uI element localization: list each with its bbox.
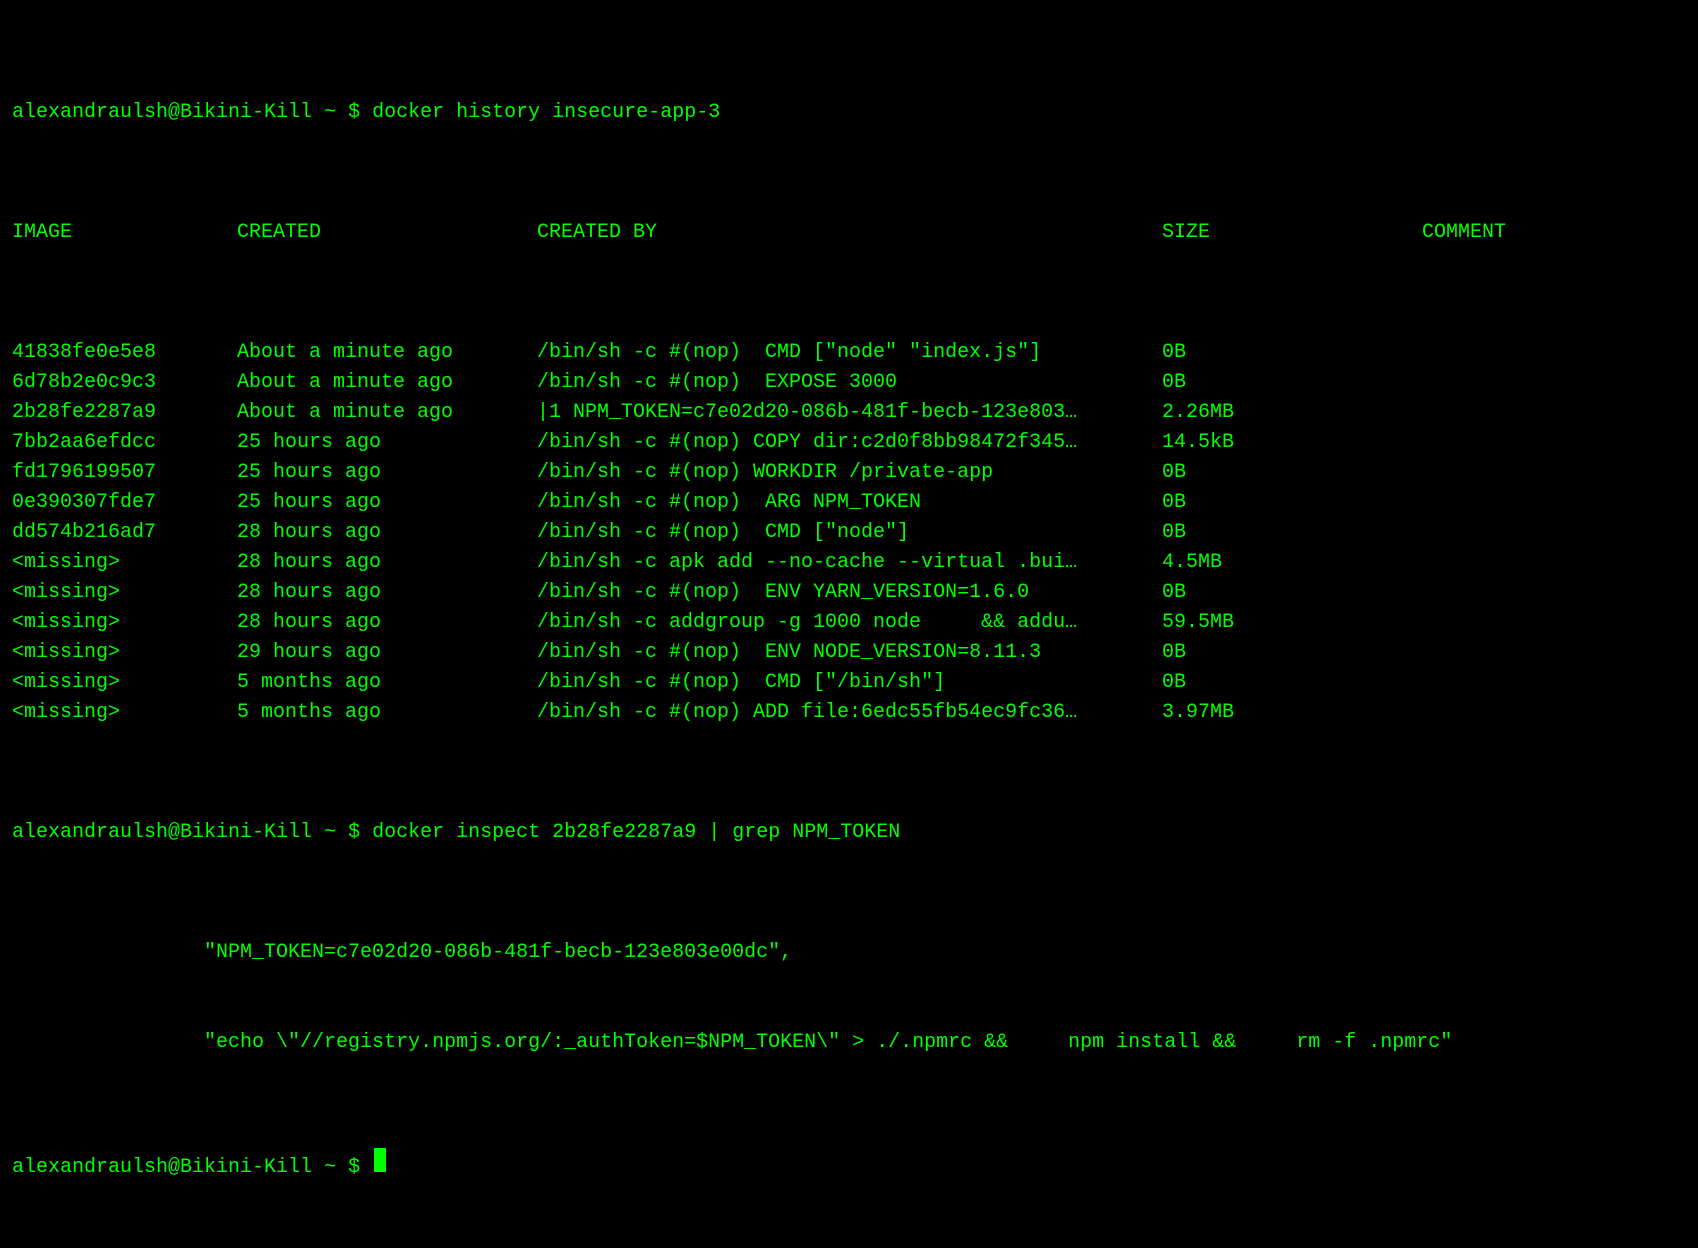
cell-created: About a minute ago — [237, 338, 537, 368]
table-header-row: IMAGE CREATED CREATED BY SIZE COMMENT — [12, 218, 1686, 248]
cell-size: 59.5MB — [1162, 608, 1422, 638]
cell-image: <missing> — [12, 548, 237, 578]
cell-created-by: /bin/sh -c #(nop) ADD file:6edc55fb54ec9… — [537, 698, 1162, 728]
cell-size: 0B — [1162, 518, 1422, 548]
output-line-1: "NPM_TOKEN=c7e02d20-086b-481f-becb-123e8… — [12, 938, 1686, 968]
cell-image: 6d78b2e0c9c3 — [12, 368, 237, 398]
cell-comment — [1422, 338, 1686, 368]
cell-created: 28 hours ago — [237, 608, 537, 638]
table-row: dd574b216ad728 hours ago/bin/sh -c #(nop… — [12, 518, 1686, 548]
header-size: SIZE — [1162, 218, 1422, 248]
prompt-line-3: alexandraulsh@Bikini-Kill ~ $ — [12, 1148, 1686, 1183]
cell-created-by: /bin/sh -c #(nop) CMD ["node"] — [537, 518, 1162, 548]
prompt-user-host: alexandraulsh@Bikini-Kill ~ $ — [12, 818, 372, 848]
cell-size: 14.5kB — [1162, 428, 1422, 458]
cell-comment — [1422, 608, 1686, 638]
cell-created: 28 hours ago — [237, 578, 537, 608]
cell-comment — [1422, 428, 1686, 458]
cell-comment — [1422, 458, 1686, 488]
prompt-line-1: alexandraulsh@Bikini-Kill ~ $ docker his… — [12, 98, 1686, 128]
cell-created: 28 hours ago — [237, 548, 537, 578]
cell-comment — [1422, 548, 1686, 578]
cell-size: 0B — [1162, 368, 1422, 398]
cell-image: <missing> — [12, 698, 237, 728]
cell-created-by: /bin/sh -c addgroup -g 1000 node && addu… — [537, 608, 1162, 638]
cell-created-by: /bin/sh -c apk add --no-cache --virtual … — [537, 548, 1162, 578]
cell-created-by: /bin/sh -c #(nop) CMD ["node" "index.js"… — [537, 338, 1162, 368]
cell-image: 0e390307fde7 — [12, 488, 237, 518]
cell-size: 0B — [1162, 458, 1422, 488]
cell-created: 5 months ago — [237, 668, 537, 698]
cell-comment — [1422, 638, 1686, 668]
cell-image: 2b28fe2287a9 — [12, 398, 237, 428]
header-comment: COMMENT — [1422, 218, 1686, 248]
cell-size: 0B — [1162, 578, 1422, 608]
cell-image: fd1796199507 — [12, 458, 237, 488]
cell-size: 4.5MB — [1162, 548, 1422, 578]
cell-comment — [1422, 668, 1686, 698]
cell-created: 25 hours ago — [237, 458, 537, 488]
cell-created-by: /bin/sh -c #(nop) CMD ["/bin/sh"] — [537, 668, 1162, 698]
cell-created: About a minute ago — [237, 398, 537, 428]
cell-created-by: /bin/sh -c #(nop) ENV NODE_VERSION=8.11.… — [537, 638, 1162, 668]
cell-created-by: /bin/sh -c #(nop) EXPOSE 3000 — [537, 368, 1162, 398]
cell-created: 29 hours ago — [237, 638, 537, 668]
cell-created: 25 hours ago — [237, 428, 537, 458]
header-created: CREATED — [237, 218, 537, 248]
prompt-user-host: alexandraulsh@Bikini-Kill ~ $ — [12, 98, 372, 128]
cell-comment — [1422, 578, 1686, 608]
table-row: 6d78b2e0c9c3About a minute ago/bin/sh -c… — [12, 368, 1686, 398]
cell-comment — [1422, 488, 1686, 518]
cell-image: <missing> — [12, 608, 237, 638]
table-row: <missing>5 months ago/bin/sh -c #(nop) C… — [12, 668, 1686, 698]
cell-created-by: /bin/sh -c #(nop) ENV YARN_VERSION=1.6.0 — [537, 578, 1162, 608]
command-1: docker history insecure-app-3 — [372, 98, 720, 128]
cell-image: 7bb2aa6efdcc — [12, 428, 237, 458]
cell-image: <missing> — [12, 578, 237, 608]
table-row: <missing>5 months ago/bin/sh -c #(nop) A… — [12, 698, 1686, 728]
cell-size: 0B — [1162, 488, 1422, 518]
table-row: fd179619950725 hours ago/bin/sh -c #(nop… — [12, 458, 1686, 488]
cell-created: 28 hours ago — [237, 518, 537, 548]
table-row: 7bb2aa6efdcc25 hours ago/bin/sh -c #(nop… — [12, 428, 1686, 458]
cell-created: About a minute ago — [237, 368, 537, 398]
cell-comment — [1422, 398, 1686, 428]
cursor — [374, 1148, 386, 1172]
table-row: <missing>28 hours ago/bin/sh -c #(nop) E… — [12, 578, 1686, 608]
table-row: 0e390307fde725 hours ago/bin/sh -c #(nop… — [12, 488, 1686, 518]
table-row: 2b28fe2287a9About a minute ago|1 NPM_TOK… — [12, 398, 1686, 428]
header-created-by: CREATED BY — [537, 218, 1162, 248]
cell-comment — [1422, 518, 1686, 548]
header-image: IMAGE — [12, 218, 237, 248]
cell-created: 25 hours ago — [237, 488, 537, 518]
cell-size: 0B — [1162, 668, 1422, 698]
cell-size: 2.26MB — [1162, 398, 1422, 428]
cell-size: 3.97MB — [1162, 698, 1422, 728]
prompt-user-host: alexandraulsh@Bikini-Kill ~ $ — [12, 1153, 372, 1183]
table-row: <missing>29 hours ago/bin/sh -c #(nop) E… — [12, 638, 1686, 668]
cell-image: 41838fe0e5e8 — [12, 338, 237, 368]
cell-created-by: /bin/sh -c #(nop) WORKDIR /private-app — [537, 458, 1162, 488]
cell-created: 5 months ago — [237, 698, 537, 728]
table-row: <missing>28 hours ago/bin/sh -c apk add … — [12, 548, 1686, 578]
prompt-line-2: alexandraulsh@Bikini-Kill ~ $ docker ins… — [12, 818, 1686, 848]
cell-created-by: |1 NPM_TOKEN=c7e02d20-086b-481f-becb-123… — [537, 398, 1162, 428]
cell-image: dd574b216ad7 — [12, 518, 237, 548]
cell-created-by: /bin/sh -c #(nop) COPY dir:c2d0f8bb98472… — [537, 428, 1162, 458]
cell-image: <missing> — [12, 668, 237, 698]
cell-size: 0B — [1162, 638, 1422, 668]
cell-comment — [1422, 368, 1686, 398]
command-2: docker inspect 2b28fe2287a9 | grep NPM_T… — [372, 818, 900, 848]
terminal[interactable]: alexandraulsh@Bikini-Kill ~ $ docker his… — [12, 8, 1686, 1243]
cell-comment — [1422, 698, 1686, 728]
cell-created-by: /bin/sh -c #(nop) ARG NPM_TOKEN — [537, 488, 1162, 518]
output-line-2: "echo \"//registry.npmjs.org/:_authToken… — [12, 1028, 1686, 1058]
cell-size: 0B — [1162, 338, 1422, 368]
cell-image: <missing> — [12, 638, 237, 668]
table-row: <missing>28 hours ago/bin/sh -c addgroup… — [12, 608, 1686, 638]
table-row: 41838fe0e5e8About a minute ago/bin/sh -c… — [12, 338, 1686, 368]
